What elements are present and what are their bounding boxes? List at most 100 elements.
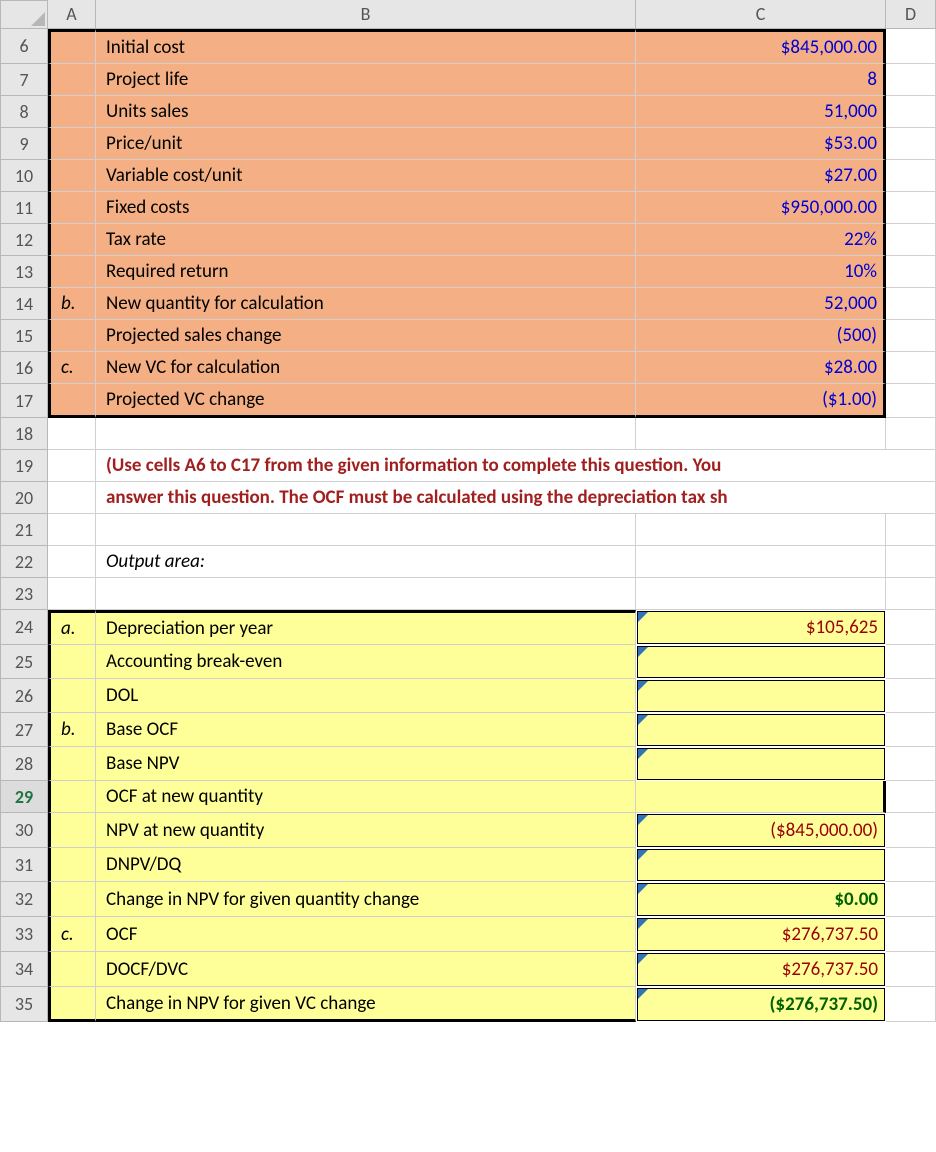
cell-A25[interactable]	[48, 645, 96, 679]
cell-A33[interactable]: c.	[48, 917, 96, 952]
cell-D25[interactable]	[886, 645, 936, 679]
cell-D24[interactable]	[886, 610, 936, 645]
cell-D34[interactable]	[886, 952, 936, 987]
cell-C21[interactable]	[636, 514, 886, 546]
cell-D10[interactable]	[886, 160, 936, 192]
cell-B29[interactable]: OCF at new quantity	[96, 781, 636, 813]
row-header[interactable]: 35	[0, 987, 48, 1022]
cell-B22[interactable]: Output area:	[96, 546, 636, 578]
cell-C10[interactable]: $27.00	[636, 160, 886, 192]
cell-D7[interactable]	[886, 64, 936, 96]
cell-B23[interactable]	[96, 578, 636, 610]
cell-A21[interactable]	[48, 514, 96, 546]
cell-A18[interactable]	[48, 418, 96, 450]
row-header[interactable]: 12	[0, 224, 48, 256]
cell-A29[interactable]	[48, 781, 96, 813]
cell-C28[interactable]	[637, 748, 885, 780]
cell-B9[interactable]: Price/unit	[96, 128, 636, 160]
cell-D17[interactable]	[886, 384, 936, 418]
cell-B19[interactable]: (Use cells A6 to C17 from the given info…	[96, 450, 936, 482]
cell-C12[interactable]: 22%	[636, 224, 886, 256]
cell-A20[interactable]	[48, 482, 96, 514]
row-header[interactable]: 14	[0, 288, 48, 320]
cell-B20[interactable]: answer this question. The OCF must be ca…	[96, 482, 936, 514]
cell-A34[interactable]	[48, 952, 96, 987]
cell-B15[interactable]: Projected sales change	[96, 320, 636, 352]
cell-C32[interactable]: $0.00	[637, 883, 885, 916]
cell-C15[interactable]: (500)	[636, 320, 886, 352]
cell-C31[interactable]	[637, 849, 885, 881]
cell-C22[interactable]	[636, 546, 886, 578]
cell-B31[interactable]: DNPV/DQ	[96, 848, 636, 882]
cell-C30[interactable]: ($845,000.00)	[637, 814, 885, 847]
cell-D26[interactable]	[886, 679, 936, 713]
cell-B18[interactable]	[96, 418, 636, 450]
cell-B32[interactable]: Change in NPV for given quantity change	[96, 882, 636, 917]
row-header[interactable]: 13	[0, 256, 48, 288]
cell-B35[interactable]: Change in NPV for given VC change	[96, 987, 636, 1022]
cell-B34[interactable]: DOCF/DVC	[96, 952, 636, 987]
cell-A9[interactable]	[48, 128, 96, 160]
cell-C9[interactable]: $53.00	[636, 128, 886, 160]
col-header-D[interactable]: D	[886, 0, 936, 29]
cell-C11[interactable]: $950,000.00	[636, 192, 886, 224]
cell-C25[interactable]	[637, 646, 885, 678]
cell-B7[interactable]: Project life	[96, 64, 636, 96]
cell-B14[interactable]: New quantity for calculation	[96, 288, 636, 320]
cell-D32[interactable]	[886, 882, 936, 917]
row-header[interactable]: 32	[0, 882, 48, 917]
row-header[interactable]: 17	[0, 384, 48, 418]
cell-A22[interactable]	[48, 546, 96, 578]
col-header-A[interactable]: A	[48, 0, 96, 29]
cell-B17[interactable]: Projected VC change	[96, 384, 636, 418]
cell-A35[interactable]	[48, 987, 96, 1022]
cell-A10[interactable]	[48, 160, 96, 192]
cell-A8[interactable]	[48, 96, 96, 128]
row-header[interactable]: 11	[0, 192, 48, 224]
cell-C7[interactable]: 8	[636, 64, 886, 96]
cell-D8[interactable]	[886, 96, 936, 128]
cell-D31[interactable]	[886, 848, 936, 882]
cell-B12[interactable]: Tax rate	[96, 224, 636, 256]
cell-D12[interactable]	[886, 224, 936, 256]
cell-C6[interactable]: $845,000.00	[636, 29, 886, 64]
row-header[interactable]: 15	[0, 320, 48, 352]
cell-D23[interactable]	[886, 578, 936, 610]
cell-D27[interactable]	[886, 713, 936, 747]
cell-D28[interactable]	[886, 747, 936, 781]
col-header-C[interactable]: C	[636, 0, 886, 29]
cell-A13[interactable]	[48, 256, 96, 288]
cell-C34[interactable]: $276,737.50	[637, 953, 885, 986]
cell-B6[interactable]: Initial cost	[96, 29, 636, 64]
cell-B10[interactable]: Variable cost/unit	[96, 160, 636, 192]
cell-D18[interactable]	[886, 418, 936, 450]
row-header[interactable]: 25	[0, 645, 48, 679]
col-header-B[interactable]: B	[96, 0, 636, 29]
cell-A19[interactable]	[48, 450, 96, 482]
cell-D21[interactable]	[886, 514, 936, 546]
cell-C35[interactable]: ($276,737.50)	[637, 988, 885, 1021]
cell-A17[interactable]	[48, 384, 96, 418]
cell-B8[interactable]: Units sales	[96, 96, 636, 128]
cell-D13[interactable]	[886, 256, 936, 288]
row-header[interactable]: 24	[0, 610, 48, 645]
cell-B25[interactable]: Accounting break-even	[96, 645, 636, 679]
cell-A26[interactable]	[48, 679, 96, 713]
row-header[interactable]: 8	[0, 96, 48, 128]
cell-A14[interactable]: b.	[48, 288, 96, 320]
cell-D6[interactable]	[886, 29, 936, 64]
cell-B28[interactable]: Base NPV	[96, 747, 636, 781]
cell-B27[interactable]: Base OCF	[96, 713, 636, 747]
cell-B11[interactable]: Fixed costs	[96, 192, 636, 224]
cell-D22[interactable]	[886, 546, 936, 578]
row-header[interactable]: 31	[0, 848, 48, 882]
spreadsheet-grid[interactable]: A B C D 6 Initial cost $845,000.00 7 Pro…	[0, 0, 936, 1022]
cell-B21[interactable]	[96, 514, 636, 546]
cell-B30[interactable]: NPV at new quantity	[96, 813, 636, 848]
cell-C13[interactable]: 10%	[636, 256, 886, 288]
cell-D33[interactable]	[886, 917, 936, 952]
cell-D15[interactable]	[886, 320, 936, 352]
cell-C29[interactable]	[636, 781, 886, 813]
cell-A30[interactable]	[48, 813, 96, 848]
row-header[interactable]: 22	[0, 546, 48, 578]
